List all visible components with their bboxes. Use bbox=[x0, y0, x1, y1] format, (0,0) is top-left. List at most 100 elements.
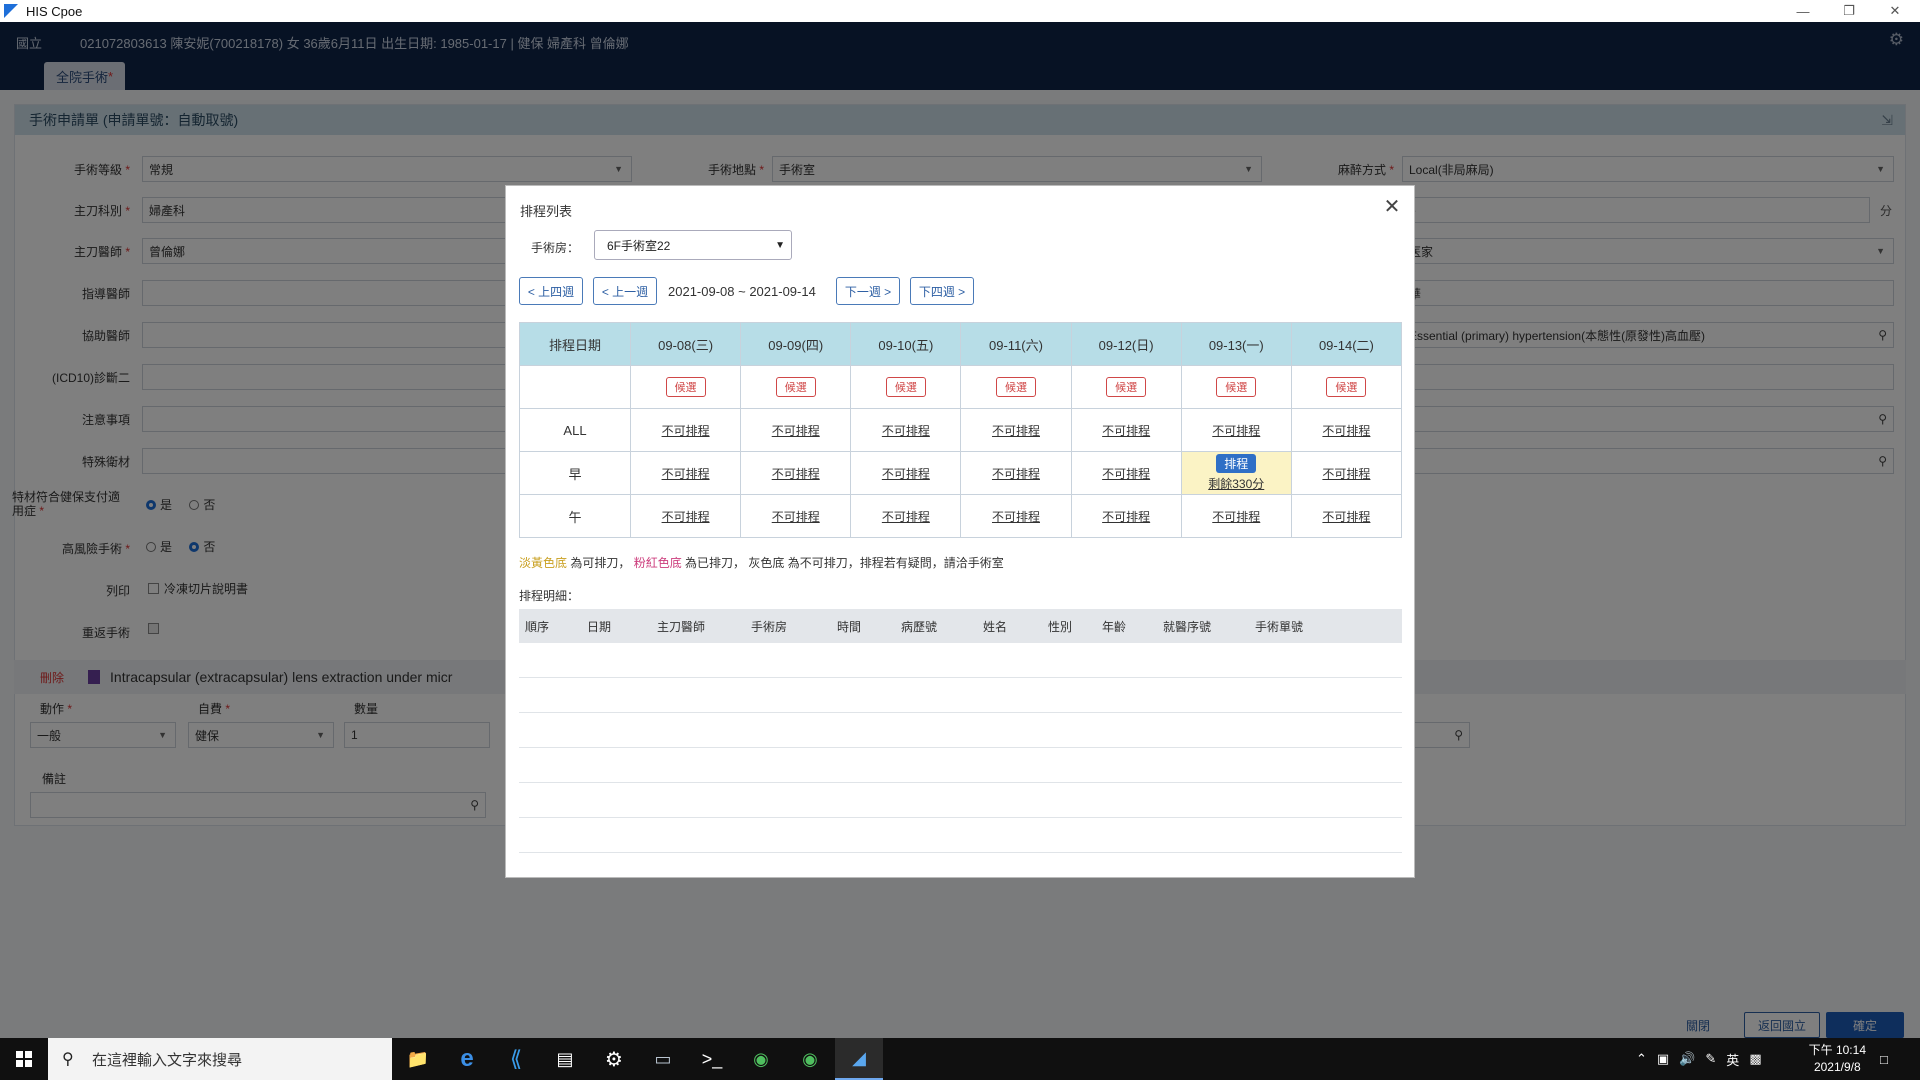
column-header: 手術單號 bbox=[1254, 619, 1303, 634]
remote-icon[interactable]: ▭ bbox=[639, 1038, 687, 1080]
pen-icon[interactable]: ✎ bbox=[1705, 1051, 1716, 1067]
table-row bbox=[519, 818, 1402, 853]
taskbar-search[interactable]: ⚲ 在這裡輸入文字來搜尋 bbox=[48, 1038, 392, 1080]
empty-cell bbox=[519, 365, 631, 409]
column-header: 姓名 bbox=[982, 619, 1007, 634]
search-placeholder: 在這裡輸入文字來搜尋 bbox=[92, 1051, 243, 1069]
room-label: 手術房： bbox=[531, 241, 580, 255]
unavailable-slot[interactable]: 不可排程 bbox=[1212, 510, 1260, 524]
system-tray: ⌃ ▣ 🔊 ✎ 英 ▩ bbox=[1636, 1038, 1762, 1080]
schedule-button[interactable]: 排程 bbox=[1216, 454, 1257, 473]
candidate-button[interactable]: 候選 bbox=[1326, 377, 1367, 397]
next-4-weeks-button[interactable]: 下四週 > bbox=[910, 277, 974, 305]
column-header: 就醫序號 bbox=[1162, 619, 1211, 634]
schedule-row-afternoon: 午 不可排程 不可排程 不可排程 不可排程 不可排程 不可排程 不可排程 bbox=[519, 494, 1403, 538]
schedule-detail-table: 順序 日期 主刀醫師 手術房 時間 病歷號 姓名 性別 年齡 就醫序號 手術單號 bbox=[519, 609, 1402, 853]
settings-icon[interactable]: ⚙ bbox=[590, 1038, 638, 1080]
unavailable-slot[interactable]: 不可排程 bbox=[1102, 424, 1150, 438]
candidate-button[interactable]: 候選 bbox=[1216, 377, 1257, 397]
column-header: 時間 bbox=[836, 619, 861, 634]
vscode-icon[interactable]: ⟪ bbox=[492, 1038, 540, 1080]
unavailable-slot[interactable]: 不可排程 bbox=[1322, 510, 1370, 524]
clock[interactable]: 下午 10:14 2021/9/8 bbox=[1809, 1042, 1866, 1076]
restore-button[interactable]: ❐ bbox=[1826, 0, 1872, 22]
candidate-button[interactable]: 候選 bbox=[885, 377, 926, 397]
app-green-icon[interactable]: ◉ bbox=[737, 1038, 785, 1080]
unavailable-slot[interactable]: 不可排程 bbox=[772, 467, 820, 481]
unavailable-slot[interactable]: 不可排程 bbox=[662, 424, 710, 438]
notification-icon[interactable]: □ bbox=[1880, 1038, 1888, 1080]
chevron-up-icon[interactable]: ⌃ bbox=[1636, 1051, 1647, 1067]
unavailable-slot[interactable]: 不可排程 bbox=[1322, 467, 1370, 481]
unavailable-slot[interactable]: 不可排程 bbox=[1102, 467, 1150, 481]
minimize-button[interactable]: — bbox=[1780, 0, 1826, 22]
prev-week-button[interactable]: < 上一週 bbox=[593, 277, 657, 305]
app-green-icon-2[interactable]: ◉ bbox=[786, 1038, 834, 1080]
unavailable-slot[interactable]: 不可排程 bbox=[662, 467, 710, 481]
date-range: 2021-09-08 ~ 2021-09-14 bbox=[668, 284, 816, 299]
column-header: 年齡 bbox=[1101, 619, 1126, 634]
unavailable-slot[interactable]: 不可排程 bbox=[1322, 424, 1370, 438]
table-row bbox=[519, 678, 1402, 713]
app-icon bbox=[4, 4, 18, 18]
day-header: 09-13(一) bbox=[1180, 322, 1292, 366]
search-icon: ⚲ bbox=[62, 1051, 74, 1068]
unavailable-slot[interactable]: 不可排程 bbox=[992, 424, 1040, 438]
candidate-button[interactable]: 候選 bbox=[1106, 377, 1147, 397]
candidate-row: 候選 候選 候選 候選 候選 候選 候選 bbox=[519, 365, 1403, 409]
clock-time: 下午 10:14 bbox=[1808, 1043, 1866, 1057]
schedule-modal: 排程列表 ✕ 手術房： 6F手術室22 ▼ < 上四週 < 上一週 2021-0… bbox=[505, 185, 1415, 878]
detail-label: 排程明細： bbox=[519, 589, 580, 603]
unavailable-slot[interactable]: 不可排程 bbox=[992, 467, 1040, 481]
ime-indicator[interactable]: 英 bbox=[1726, 1050, 1739, 1069]
unavailable-slot[interactable]: 不可排程 bbox=[882, 510, 930, 524]
column-header: 病歷號 bbox=[900, 619, 937, 634]
column-header: 手術房 bbox=[750, 619, 787, 634]
console-icon[interactable]: >_ bbox=[688, 1038, 736, 1080]
room-select[interactable]: 6F手術室22 ▼ bbox=[594, 230, 792, 260]
table-row bbox=[519, 783, 1402, 818]
unavailable-slot[interactable]: 不可排程 bbox=[992, 510, 1040, 524]
unavailable-slot[interactable]: 不可排程 bbox=[772, 510, 820, 524]
color-legend: 淡黃色底 為可排刀， 粉紅色底 為已排刀， 灰色底 為不可排刀，排程若有疑問，請… bbox=[519, 556, 1004, 570]
schedule-table: 排程日期 09-08(三) 09-09(四) 09-10(五) 09-11(六)… bbox=[519, 322, 1403, 538]
volume-icon[interactable]: 🔊 bbox=[1679, 1051, 1695, 1067]
candidate-button[interactable]: 候選 bbox=[995, 377, 1036, 397]
unavailable-slot[interactable]: 不可排程 bbox=[772, 424, 820, 438]
edge-icon[interactable]: e bbox=[443, 1038, 491, 1080]
next-week-button[interactable]: 下一週 > bbox=[836, 277, 900, 305]
keyboard-icon[interactable]: ▩ bbox=[1749, 1051, 1761, 1067]
file-explorer-icon[interactable]: 📁 bbox=[394, 1038, 442, 1080]
column-header: 性別 bbox=[1047, 619, 1072, 634]
window-titlebar: HIS Cpoe — ❐ ✕ bbox=[0, 0, 1920, 22]
schedule-row-all: ALL 不可排程 不可排程 不可排程 不可排程 不可排程 不可排程 不可排程 bbox=[519, 408, 1403, 452]
windows-icon bbox=[16, 1051, 32, 1067]
his-cpoe-icon[interactable]: ◢ bbox=[835, 1038, 883, 1080]
prev-4-weeks-button[interactable]: < 上四週 bbox=[519, 277, 583, 305]
candidate-button[interactable]: 候選 bbox=[775, 377, 816, 397]
remaining-time-link[interactable]: 剩餘330分 bbox=[1182, 475, 1291, 492]
unavailable-slot[interactable]: 不可排程 bbox=[882, 467, 930, 481]
close-icon[interactable]: ✕ bbox=[1380, 196, 1404, 220]
table-row bbox=[519, 643, 1402, 678]
clock-date: 2021/9/8 bbox=[1813, 1060, 1861, 1074]
window-title: HIS Cpoe bbox=[26, 3, 83, 19]
day-header: 09-12(日) bbox=[1070, 322, 1182, 366]
unavailable-slot[interactable]: 不可排程 bbox=[662, 510, 710, 524]
row-label: ALL bbox=[519, 408, 631, 452]
day-header: 09-09(四) bbox=[740, 322, 852, 366]
corner-header: 排程日期 bbox=[519, 322, 631, 366]
chevron-down-icon: ▼ bbox=[775, 239, 785, 251]
start-button[interactable] bbox=[0, 1038, 48, 1080]
column-header: 主刀醫師 bbox=[656, 619, 705, 634]
row-label: 早 bbox=[519, 451, 631, 495]
day-header: 09-11(六) bbox=[960, 322, 1072, 366]
close-window-button[interactable]: ✕ bbox=[1872, 0, 1918, 22]
candidate-button[interactable]: 候選 bbox=[665, 377, 706, 397]
day-header: 09-10(五) bbox=[850, 322, 962, 366]
unavailable-slot[interactable]: 不可排程 bbox=[1102, 510, 1150, 524]
unavailable-slot[interactable]: 不可排程 bbox=[882, 424, 930, 438]
terminal-window-icon[interactable]: ▤ bbox=[541, 1038, 589, 1080]
unavailable-slot[interactable]: 不可排程 bbox=[1212, 424, 1260, 438]
network-icon[interactable]: ▣ bbox=[1657, 1051, 1669, 1067]
